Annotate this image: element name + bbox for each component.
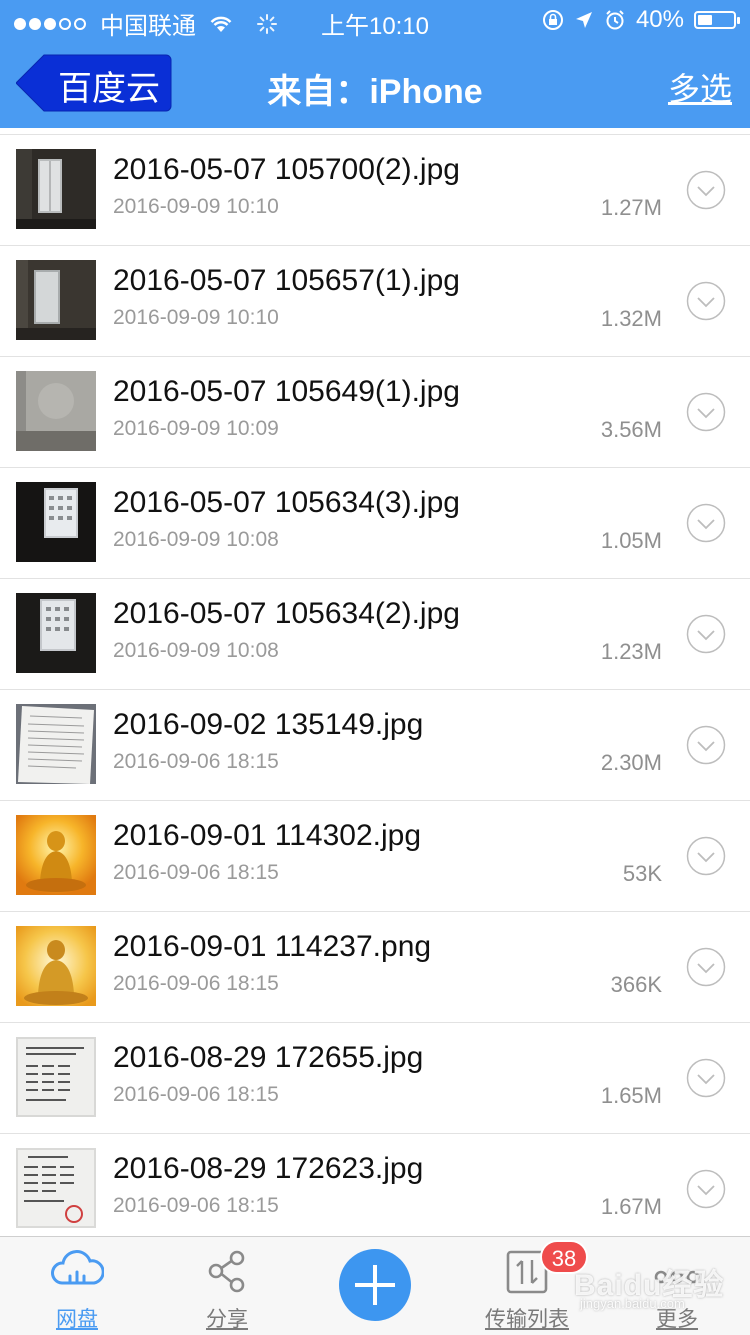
file-row[interactable]: 2016-09-01 114237.png 2016-09-06 18:15 3… [0,912,750,1023]
file-name: 2016-05-07 105700(2).jpg [113,153,460,186]
file-thumbnail [16,704,96,784]
file-thumbnail [16,149,96,229]
file-size: 1.32M [600,306,662,331]
file-thumbnail [16,371,96,451]
file-thumbnail [16,1037,96,1117]
chevron-down-icon[interactable] [686,725,726,765]
file-size: 366K [610,972,662,997]
chevron-down-icon[interactable] [686,392,726,432]
watermark-url: jingyan.baidu.com [580,1296,685,1311]
cloud-icon [51,1250,104,1285]
file-thumbnail [16,482,96,562]
chevron-down-icon[interactable] [686,1169,726,1209]
file-size: 1.67M [600,1194,662,1219]
file-name: 2016-05-07 105657(1).jpg [113,264,460,297]
file-name: 2016-05-07 105634(3).jpg [113,486,460,519]
tab-share[interactable]: 分享 [152,1237,302,1335]
plus-icon [355,1265,395,1305]
multi-select-button[interactable]: 多选 [668,64,732,110]
file-row[interactable]: 2016-05-07 105700(2).jpg 2016-09-09 10:1… [0,134,750,246]
file-row[interactable]: 2016-05-07 105634(3).jpg 2016-09-09 10:0… [0,468,750,579]
file-date: 2016-09-06 18:15 [113,1083,279,1106]
file-name: 2016-05-07 105649(1).jpg [113,375,460,408]
tab-share-label: 分享 [206,1308,248,1331]
file-name: 2016-08-29 172655.jpg [113,1041,424,1074]
file-date: 2016-09-06 18:15 [113,861,279,884]
rotation-lock-icon [542,10,563,30]
file-row[interactable]: 2016-09-02 135149.jpg 2016-09-06 18:15 2… [0,690,750,801]
battery-icon [694,11,740,29]
file-date: 2016-09-09 10:08 [113,639,279,662]
file-name: 2016-09-01 114237.png [113,930,432,963]
file-date: 2016-09-09 10:08 [113,528,279,551]
chevron-down-icon[interactable] [686,947,726,987]
file-thumbnail [16,260,96,340]
status-bar: 中国联通 上午10:10 40% [0,0,750,40]
chevron-down-icon[interactable] [686,1058,726,1098]
file-size: 1.05M [600,528,662,553]
file-date: 2016-09-09 10:10 [113,195,279,218]
file-size: 1.23M [600,639,662,664]
file-row[interactable]: 2016-05-07 105649(1).jpg 2016-09-09 10:0… [0,357,750,468]
file-date: 2016-09-06 18:15 [113,972,279,995]
file-thumbnail [16,1148,96,1228]
location-arrow-icon [575,12,592,28]
file-row[interactable]: 2016-09-01 114302.jpg 2016-09-06 18:15 5… [0,801,750,912]
battery-level [698,15,712,25]
chevron-down-icon[interactable] [686,170,726,210]
file-row[interactable]: 2016-05-07 105634(2).jpg 2016-09-09 10:0… [0,579,750,690]
file-thumbnail [16,815,96,895]
baidu-jingyan-watermark: Baidu经验 jingyan.baidu.com [574,1260,724,1311]
file-row[interactable]: 2016-05-07 105657(1).jpg 2016-09-09 10:1… [0,246,750,357]
file-size: 1.65M [600,1083,662,1108]
tab-netdisk-label: 网盘 [56,1308,98,1331]
file-date: 2016-09-09 10:09 [113,417,279,440]
file-row[interactable]: 2016-08-29 172623.jpg 2016-09-06 18:15 1… [0,1134,750,1245]
file-size: 53K [622,861,662,886]
file-date: 2016-09-06 18:15 [113,1194,279,1217]
top-navigation-bar: 中国联通 上午10:10 40% 百度云 来自：iPhone 多选 [0,0,750,128]
file-name: 2016-09-02 135149.jpg [113,708,424,741]
file-list: 2016-05-07 105700(2).jpg 2016-09-09 10:1… [0,134,750,1245]
file-thumbnail [16,926,96,1006]
page-title: 来自：iPhone [267,73,483,111]
chevron-down-icon[interactable] [686,836,726,876]
chevron-down-icon[interactable] [686,281,726,321]
chevron-down-icon[interactable] [686,614,726,654]
share-icon [208,1250,245,1293]
add-upload-button[interactable] [339,1249,411,1321]
file-thumbnail [16,593,96,673]
alarm-clock-icon [606,10,624,30]
file-size: 3.56M [600,417,662,442]
battery-percentage: 40% [635,6,684,33]
chevron-down-icon[interactable] [686,503,726,543]
file-name: 2016-08-29 172623.jpg [113,1152,424,1185]
file-name: 2016-09-01 114302.jpg [113,819,422,852]
file-row[interactable]: 2016-08-29 172655.jpg 2016-09-06 18:15 1… [0,1023,750,1134]
status-right: 40% [542,6,740,34]
file-size: 2.30M [600,750,662,775]
file-size: 1.27M [600,195,662,220]
file-date: 2016-09-09 10:10 [113,306,279,329]
file-name: 2016-05-07 105634(2).jpg [113,597,460,630]
file-date: 2016-09-06 18:15 [113,750,279,773]
tab-netdisk[interactable]: 网盘 [2,1237,152,1335]
